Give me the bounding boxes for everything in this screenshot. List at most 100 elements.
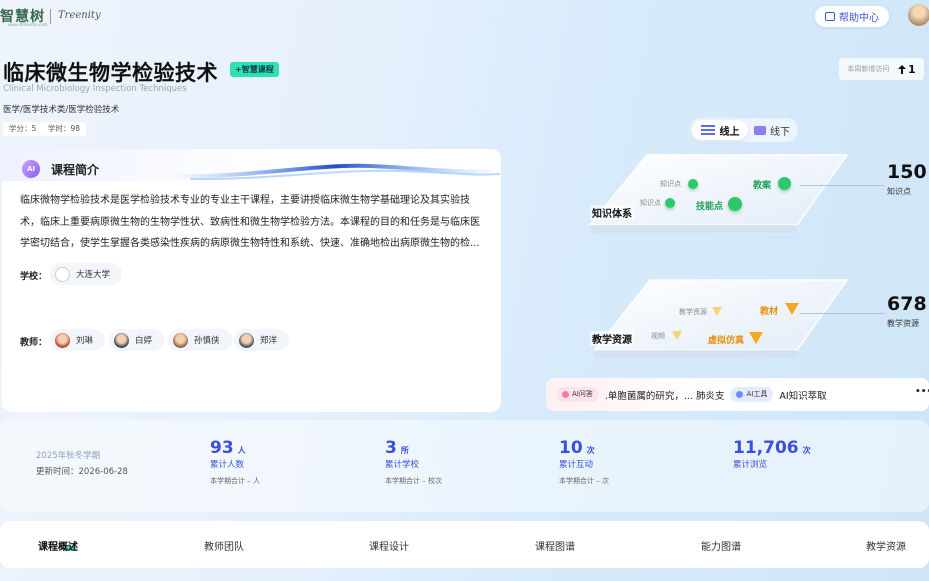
tab-teachers[interactable]: 教师团队 bbox=[204, 538, 244, 553]
course-english-title: Clinical Microbiology Inspection Techniq… bbox=[3, 84, 187, 94]
ai-tool-icon bbox=[736, 391, 744, 398]
knowledge-platform[interactable] bbox=[585, 145, 855, 240]
user-avatar[interactable] bbox=[908, 4, 929, 26]
course-title: 临床微生物学检验技术 bbox=[3, 61, 218, 85]
knowledge-system-label: 知识体系 bbox=[590, 205, 634, 220]
stat-card: 10 次 累计互动 本学期合计 – 次 bbox=[559, 438, 609, 486]
knowledge-node-dot bbox=[728, 197, 742, 211]
teacher-avatar bbox=[114, 332, 129, 348]
university-icon bbox=[55, 266, 70, 282]
weekly-visits-badge: 本周新增访问 1 bbox=[839, 58, 924, 80]
offline-tab[interactable]: 线下 bbox=[748, 120, 796, 140]
stat-label: 累计学校 bbox=[385, 460, 420, 470]
school-chip[interactable]: 大连大学 bbox=[50, 263, 123, 285]
node-label: 视频 bbox=[651, 332, 665, 340]
breadcrumb: 医学/医学技术类/医学检验技术 bbox=[3, 105, 120, 115]
resource-platform[interactable] bbox=[565, 272, 855, 367]
teacher-chip[interactable]: 刘琳 bbox=[50, 329, 106, 351]
knowledge-node-dot bbox=[778, 177, 791, 190]
knowledge-count: 150 bbox=[887, 161, 927, 183]
tab-resources[interactable]: 教学资源 bbox=[866, 538, 906, 553]
teacher-name: 孙慎侠 bbox=[194, 336, 220, 346]
credit-chip: 学分：5 bbox=[3, 122, 43, 136]
stat-value: 93 bbox=[210, 438, 234, 458]
stat-label: 累计互动 bbox=[559, 460, 594, 470]
resource-node-marker bbox=[672, 331, 682, 340]
stat-unit: 次 bbox=[586, 446, 595, 455]
teaching-resources-label: 教学资源 bbox=[590, 331, 634, 346]
more-options-icon[interactable]: ••• bbox=[915, 387, 929, 397]
weekly-visits-label: 本周新增访问 bbox=[847, 65, 890, 73]
resources-count-label: 教学资源 bbox=[887, 319, 919, 328]
teacher-chip[interactable]: 孙慎侠 bbox=[168, 329, 232, 351]
semester-label: 2025年秋冬学期 bbox=[36, 451, 101, 461]
teacher-chip[interactable]: 白婷 bbox=[109, 329, 165, 351]
ai-qa-label: AI问答 bbox=[572, 390, 593, 398]
logo-divider bbox=[50, 9, 51, 24]
update-time: 更新时间：2026-06-28 bbox=[36, 467, 128, 477]
stat-sub: 本学期合计 – 校次 bbox=[385, 477, 442, 485]
teacher-name: 白婷 bbox=[135, 336, 153, 346]
message-square-icon bbox=[825, 12, 835, 21]
node-label: 教材 bbox=[760, 307, 779, 317]
hours-chip: 学时：98 bbox=[42, 122, 87, 136]
wave-decoration bbox=[170, 163, 500, 181]
layers-icon bbox=[700, 125, 715, 135]
school-name: 大连大学 bbox=[76, 270, 111, 280]
teacher-avatar bbox=[239, 332, 254, 348]
online-offline-toggle: 线上 线下 bbox=[690, 118, 798, 142]
tab-bar bbox=[0, 521, 929, 568]
tab-overview[interactable]: 课程概述 bbox=[38, 538, 78, 553]
help-center-label: 帮助中心 bbox=[839, 13, 879, 24]
resource-node-marker bbox=[712, 307, 722, 316]
ai-qa-bar[interactable]: AI问答 .单胞菌属的研究，... 肺炎支 AI工具 AI知识萃取 bbox=[546, 378, 929, 411]
teacher-avatar bbox=[173, 332, 188, 348]
ai-qa-text: .单胞菌属的研究，... 肺炎支 bbox=[604, 390, 725, 402]
stat-unit: 次 bbox=[802, 446, 811, 455]
node-label: 技能点 bbox=[696, 202, 724, 212]
node-label: 教案 bbox=[753, 181, 772, 191]
teacher-name: 刘琳 bbox=[76, 336, 94, 346]
help-center-button[interactable]: 帮助中心 bbox=[815, 6, 889, 27]
logo-subtext: www.zhihuishu.com bbox=[8, 22, 48, 27]
knowledge-count-label: 知识点 bbox=[887, 187, 911, 196]
stat-card: 93 人 累计人数 本学期合计 – 人 bbox=[210, 438, 260, 486]
stat-sub: 本学期合计 – 次 bbox=[559, 477, 609, 485]
ai-qa-tag[interactable]: AI问答 bbox=[556, 387, 599, 402]
tab-course-map[interactable]: 课程图谱 bbox=[535, 538, 575, 553]
arrow-up-icon bbox=[898, 64, 906, 74]
resource-node-marker bbox=[749, 332, 763, 344]
tab-ability-map[interactable]: 能力图谱 bbox=[701, 538, 741, 553]
ai-tool-text: AI知识萃取 bbox=[779, 390, 827, 402]
ai-icon: AI bbox=[22, 160, 40, 178]
intro-description: 临床微物学检验技术是医学检验技术专业的专业主干课程，主要讲授临床微生物学基础理论… bbox=[20, 195, 480, 249]
intro-title: 课程简介 bbox=[51, 163, 100, 177]
stat-card: 11,706 次 累计浏览 bbox=[733, 438, 811, 470]
node-label: 虚拟仿真 bbox=[708, 336, 745, 346]
stat-label: 累计人数 bbox=[210, 460, 245, 470]
knowledge-node-dot bbox=[665, 198, 675, 208]
teacher-name: 郑洋 bbox=[260, 336, 278, 346]
online-tab[interactable]: 线上 bbox=[692, 120, 748, 140]
teacher-chip[interactable]: 郑洋 bbox=[234, 329, 290, 351]
tab-design[interactable]: 课程设计 bbox=[369, 538, 409, 553]
node-label: 教学资源 bbox=[679, 308, 707, 316]
stat-value: 10 bbox=[559, 438, 583, 458]
monitor-icon bbox=[754, 125, 766, 135]
stat-unit: 所 bbox=[400, 446, 409, 455]
school-label: 学校： bbox=[20, 272, 48, 282]
online-label: 线上 bbox=[719, 126, 740, 138]
stat-unit: 人 bbox=[237, 446, 246, 455]
stat-value: 11,706 bbox=[733, 438, 799, 458]
node-label: 知识点 bbox=[660, 180, 681, 188]
teachers-label: 教师： bbox=[20, 338, 48, 348]
connector-line bbox=[800, 313, 885, 314]
ai-tool-label: AI工具 bbox=[746, 390, 768, 398]
node-label: 知识点 bbox=[640, 199, 661, 207]
ai-tool-tag[interactable]: AI工具 bbox=[730, 387, 774, 402]
stat-label: 累计浏览 bbox=[733, 460, 768, 470]
resource-node-marker bbox=[785, 303, 799, 315]
teacher-avatar bbox=[55, 332, 70, 348]
connector-line bbox=[800, 185, 885, 186]
resources-count: 678 bbox=[887, 293, 927, 315]
